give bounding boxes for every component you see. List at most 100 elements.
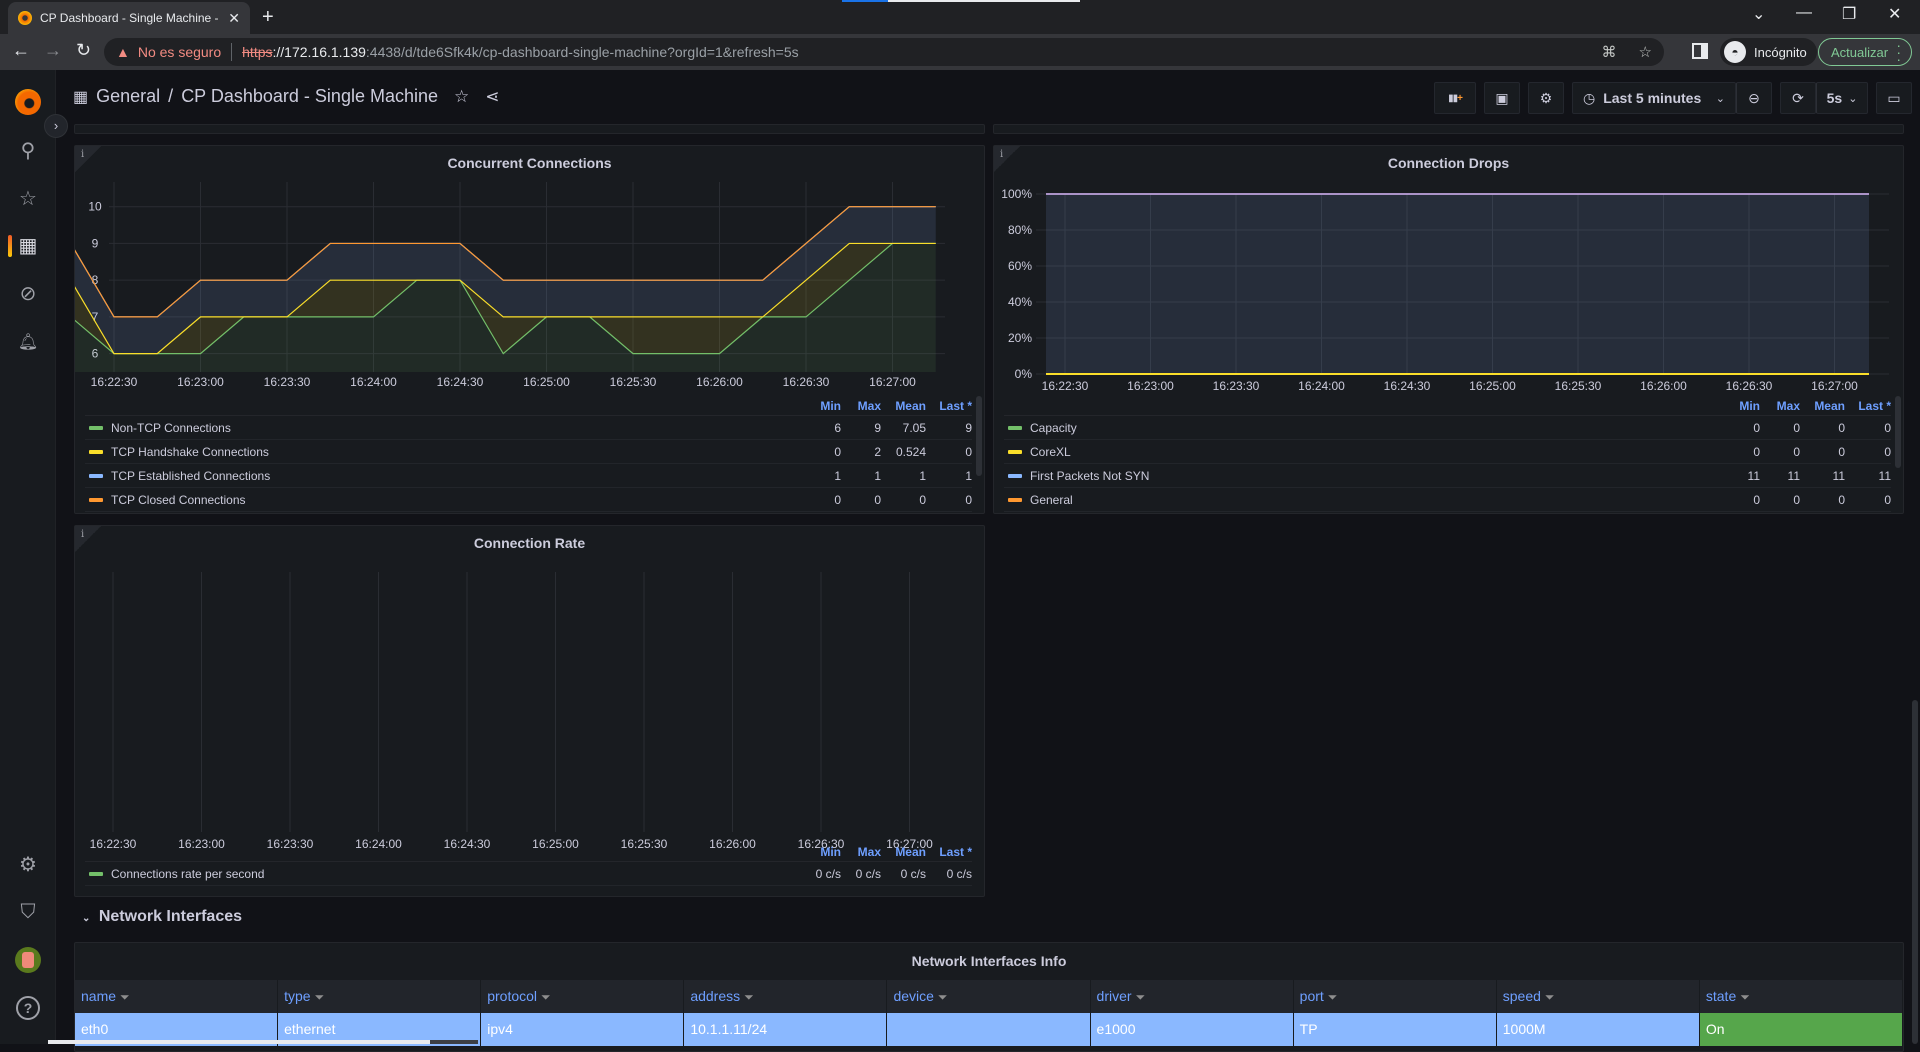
column-header-port[interactable]: port ⏷ [1293, 980, 1497, 1013]
column-header-speed[interactable]: speed ⏷ [1496, 980, 1700, 1013]
legend-series-name[interactable]: First Packets Not SYN [1030, 469, 1724, 483]
legend-item[interactable]: First Packets Not SYN 11 11 11 11 [1004, 464, 1891, 488]
zoom-out-button[interactable]: ⊖ [1736, 82, 1772, 114]
legend-series-name[interactable]: TCP Handshake Connections [111, 445, 805, 459]
legend-header-max[interactable]: Max [841, 845, 881, 859]
legend-header-min[interactable]: Min [805, 399, 841, 413]
tab-search-icon[interactable]: ⌄ [1752, 4, 1765, 24]
filter-icon[interactable]: ⏷ [1328, 990, 1338, 1004]
filter-icon[interactable]: ⏷ [315, 990, 325, 1004]
legend-header-last[interactable]: Last * [1845, 399, 1891, 413]
legend-scrollbar[interactable] [976, 396, 982, 476]
sidebar-item-starred[interactable]: ☆ [0, 178, 56, 218]
filter-icon[interactable]: ⏷ [744, 990, 754, 1004]
time-range-picker[interactable]: ◷ Last 5 minutes ⌄ [1572, 82, 1736, 114]
legend-series-name[interactable]: Capacity [1030, 421, 1724, 435]
series-color-swatch[interactable] [89, 497, 103, 502]
expand-sidemenu-button[interactable]: › [44, 114, 68, 138]
legend-item[interactable]: Connections rate per second 0 c/s 0 c/s 0 c… [85, 862, 972, 886]
legend-header-max[interactable]: Max [1760, 399, 1800, 413]
more-menu-icon[interactable]: · · · [1896, 38, 1901, 66]
dashboard-settings-button[interactable]: ⚙ [1528, 82, 1564, 114]
legend-item[interactable]: Non-TCP Connections 6 9 7.05 9 [85, 416, 972, 440]
series-color-swatch[interactable] [89, 425, 103, 430]
legend-header-last[interactable]: Last * [926, 399, 972, 413]
column-header-address[interactable]: address ⏷ [684, 980, 888, 1013]
sidebar-item-profile[interactable] [0, 940, 56, 980]
add-panel-button[interactable]: ▮▮ + [1434, 82, 1476, 114]
back-icon[interactable]: ← [12, 40, 30, 61]
legend-item[interactable]: TCP Established Connections 1 1 1 1 [85, 464, 972, 488]
minimize-icon[interactable]: — [1796, 4, 1812, 22]
refresh-interval-picker[interactable]: 5s ⌄ [1816, 82, 1868, 114]
column-header-driver[interactable]: driver ⏷ [1090, 980, 1294, 1013]
series-color-swatch[interactable] [1008, 473, 1022, 478]
sidebar-item-explore[interactable]: ⊘ [0, 273, 56, 313]
side-panel-icon[interactable] [1692, 43, 1708, 59]
column-header-device[interactable]: device ⏷ [887, 980, 1091, 1013]
legend-item[interactable]: TCP Handshake Connections 0 2 0.524 0 [85, 440, 972, 464]
sidebar-item-server-admin[interactable]: ⛉ [0, 892, 56, 932]
legend-header-mean[interactable]: Mean [1800, 399, 1845, 413]
column-header-type[interactable]: type ⏷ [278, 980, 482, 1013]
refresh-button[interactable]: ⟳ [1780, 82, 1816, 114]
series-color-swatch[interactable] [1008, 449, 1022, 454]
panel-title[interactable]: Network Interfaces Info [75, 953, 1903, 969]
column-header-protocol[interactable]: protocol ⏷ [481, 980, 685, 1013]
filter-icon[interactable]: ⏷ [938, 990, 948, 1004]
series-color-swatch[interactable] [89, 871, 103, 876]
column-header-name[interactable]: name ⏷ [75, 980, 279, 1013]
panel-title[interactable]: Connection Rate [75, 535, 984, 551]
tv-mode-button[interactable]: ▭ [1876, 82, 1912, 114]
sidebar-item-help[interactable]: ? [0, 988, 56, 1028]
star-dashboard-icon[interactable]: ☆ [454, 87, 469, 107]
legend-series-name[interactable]: Connections rate per second [111, 867, 805, 881]
legend-item[interactable]: Capacity 0 0 0 0 [1004, 416, 1891, 440]
concurrent-connections-chart[interactable]: 67891016:22:3016:23:0016:23:3016:24:0016… [75, 182, 986, 406]
legend-header-min[interactable]: Min [805, 845, 841, 859]
filter-icon[interactable]: ⏷ [120, 990, 130, 1004]
sidebar-item-configuration[interactable]: ⚙ [0, 844, 56, 884]
legend-header-max[interactable]: Max [841, 399, 881, 413]
close-tab-icon[interactable]: ✕ [228, 10, 240, 27]
browser-tab-active[interactable]: CP Dashboard - Single Machine - Grafana … [8, 2, 250, 34]
legend-item[interactable]: General 0 0 0 0 [1004, 488, 1891, 512]
translate-icon[interactable]: ⌘ [1602, 43, 1617, 61]
sidebar-item-dashboards[interactable]: ▦ [0, 225, 56, 265]
bookmark-star-icon[interactable]: ☆ [1639, 43, 1652, 61]
filter-icon[interactable]: ⏷ [1545, 990, 1555, 1004]
share-icon[interactable]: ⋖ [485, 87, 499, 107]
address-bar[interactable]: ▲ No es seguro https ://172.16.1.139 :44… [104, 38, 1664, 66]
page-title[interactable]: CP Dashboard - Single Machine [181, 86, 438, 107]
row-network-interfaces[interactable]: ⌄ Network Interfaces [82, 908, 242, 926]
incognito-indicator[interactable]: ◓ Incógnito [1720, 38, 1817, 66]
legend-scrollbar[interactable] [1895, 396, 1901, 468]
legend-series-name[interactable]: TCP Established Connections [111, 469, 805, 483]
security-warning[interactable]: ▲ No es seguro [116, 44, 221, 60]
panel-title[interactable]: Concurrent Connections [75, 155, 984, 171]
restore-icon[interactable]: ❐ [1842, 4, 1856, 24]
filter-icon[interactable]: ⏷ [1136, 990, 1146, 1004]
series-color-swatch[interactable] [1008, 497, 1022, 502]
legend-header-mean[interactable]: Mean [881, 399, 926, 413]
connection-drops-chart[interactable]: 0% 20% 40% 60% 80% 100% 16:22:30 16:23:00 16:23:… [994, 182, 1905, 406]
sidebar-item-search[interactable]: ⚲ [0, 130, 56, 170]
breadcrumb-folder[interactable]: General [96, 86, 160, 107]
legend-series-name[interactable]: Non-TCP Connections [111, 421, 805, 435]
connection-rate-chart[interactable]: 16:22:30 16:23:00 16:23:30 16:24:00 16:24:30… [75, 562, 986, 852]
sidebar-item-alerting[interactable]: 🔔︎ [0, 322, 56, 362]
filter-icon[interactable]: ⏷ [541, 990, 551, 1004]
series-color-swatch[interactable] [1008, 425, 1022, 430]
legend-series-name[interactable]: TCP Closed Connections [111, 493, 805, 507]
forward-icon[interactable]: → [44, 40, 62, 61]
legend-series-name[interactable]: CoreXL [1030, 445, 1724, 459]
new-tab-button[interactable]: + [262, 6, 274, 29]
legend-item[interactable]: CoreXL 0 0 0 0 [1004, 440, 1891, 464]
close-window-icon[interactable]: ✕ [1888, 4, 1901, 24]
legend-header-last[interactable]: Last * [926, 845, 972, 859]
reload-icon[interactable]: ↻ [76, 40, 91, 61]
update-button[interactable]: Actualizar · · · [1818, 38, 1912, 66]
column-header-state[interactable]: state ⏷ [1699, 980, 1903, 1013]
panel-title[interactable]: Connection Drops [994, 155, 1903, 171]
series-color-swatch[interactable] [89, 449, 103, 454]
